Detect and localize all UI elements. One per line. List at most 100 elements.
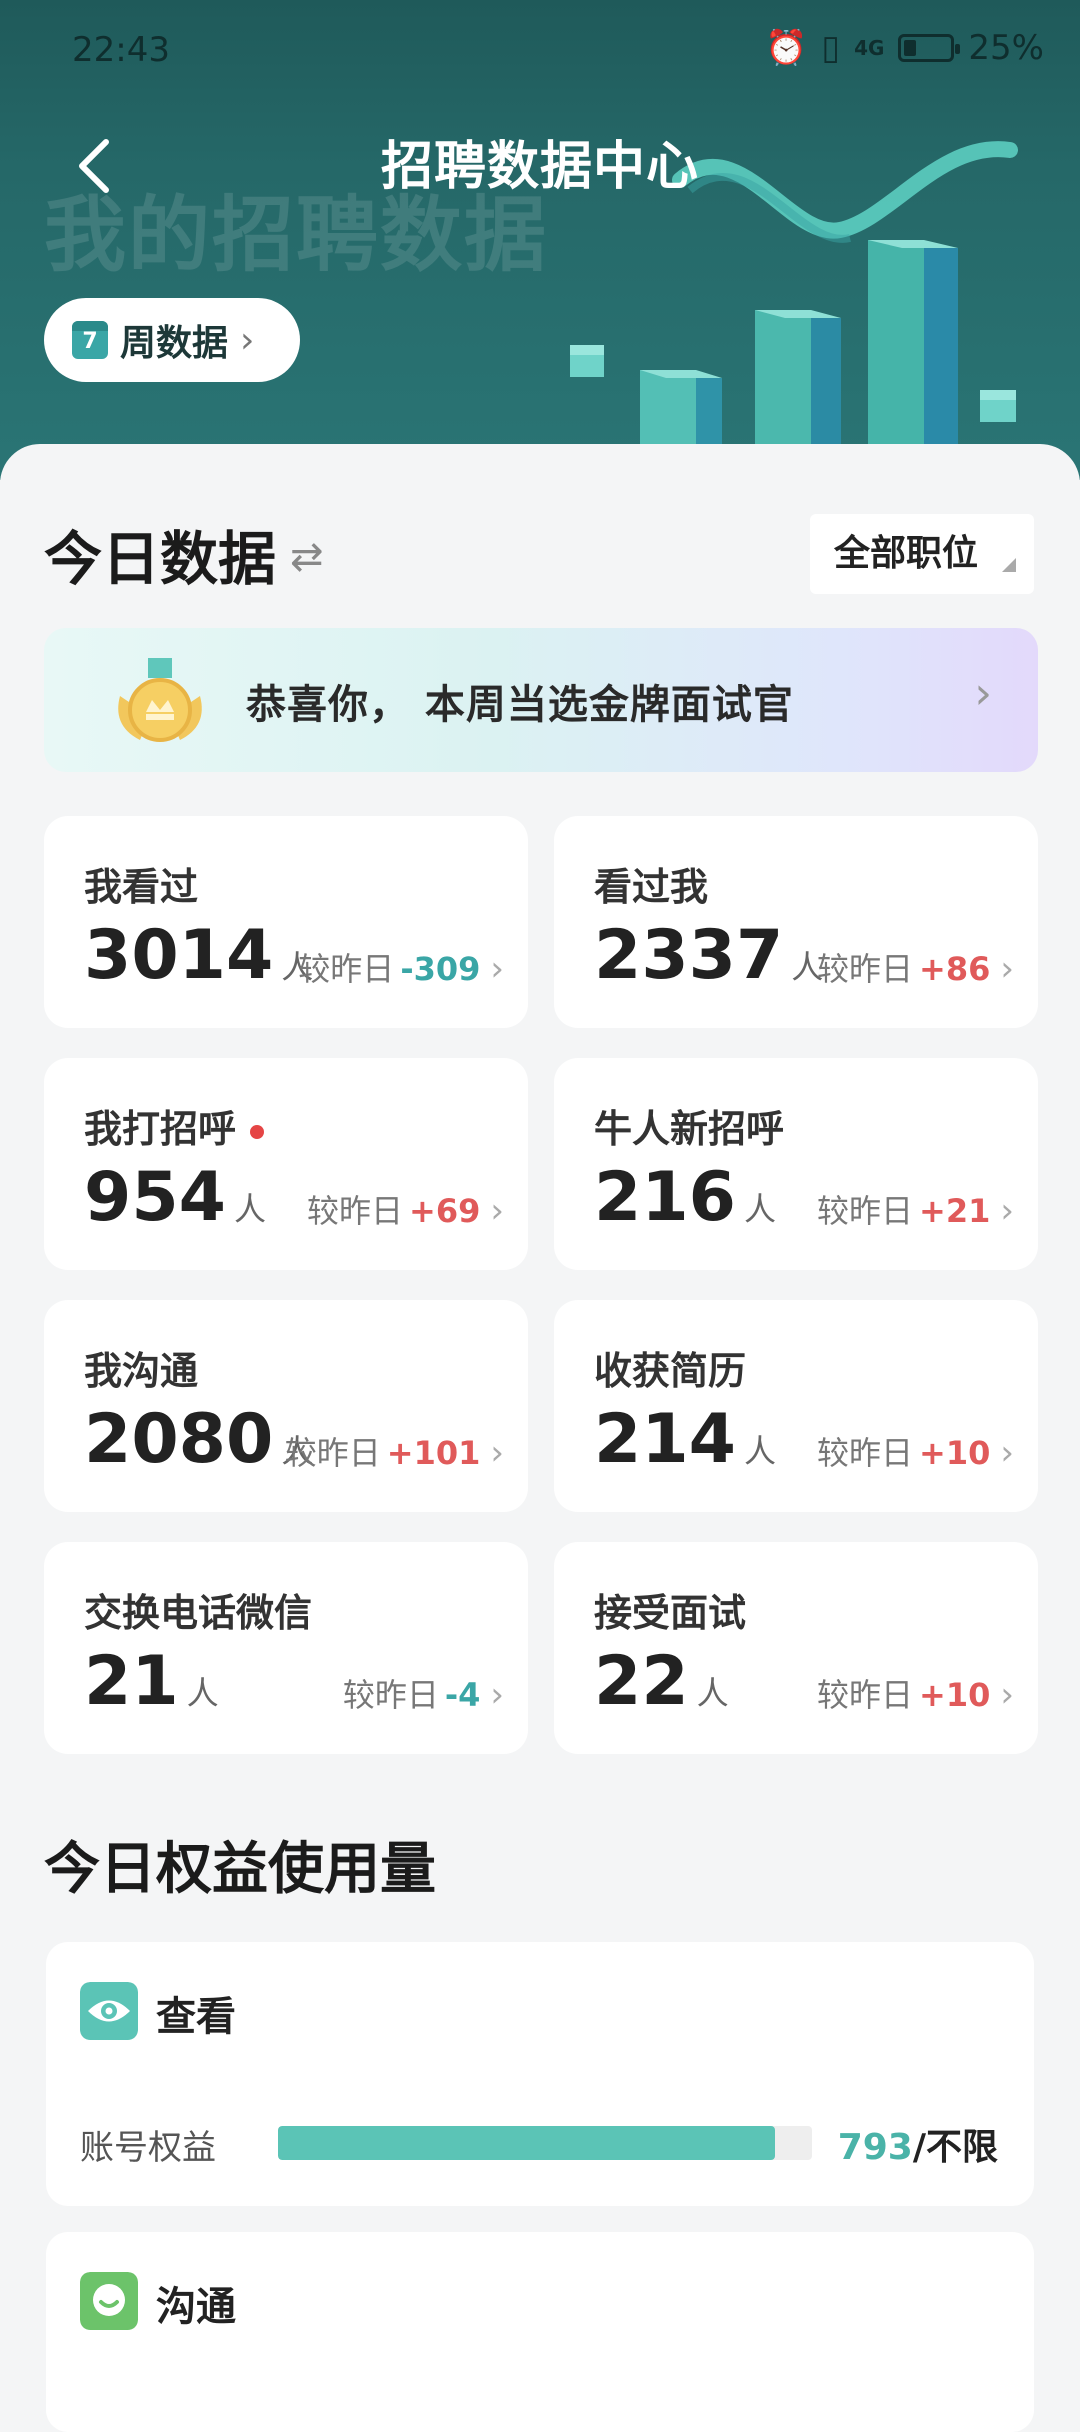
stat-value-row: 22 人 — [594, 1642, 729, 1721]
stat-value: 22 — [594, 1642, 689, 1721]
stat-card[interactable]: 牛人新招呼 216 人较昨日 +21 › — [554, 1058, 1038, 1270]
stat-card[interactable]: 我沟通 2080 人较昨日 +101 › — [44, 1300, 528, 1512]
stat-value: 214 — [594, 1400, 736, 1479]
benefit-card-chat[interactable]: 沟通 — [46, 2232, 1034, 2432]
swap-icon[interactable]: ⇄ — [290, 534, 324, 580]
stat-label-text: 我沟通 — [84, 1349, 199, 1393]
status-time: 22:43 — [72, 30, 170, 70]
position-filter-label: 全部职位 — [834, 533, 979, 574]
header-banner: 22:43 ⏰ ▯ 4G 25% 我的招聘数据 招聘数据中心 7 周数据 › — [0, 0, 1080, 480]
stat-label: 收获简历 — [594, 1340, 746, 1395]
signal-icon: 4G — [854, 36, 885, 60]
stat-label-text: 我看过 — [84, 865, 199, 909]
chevron-right-icon: › — [1000, 1433, 1014, 1473]
stat-compare: 较昨日 -309 › — [298, 944, 504, 990]
benefit-progress-fill — [278, 2126, 775, 2160]
battery-level: 25% — [968, 28, 1044, 68]
stat-compare-label: 较昨日 — [342, 1676, 439, 1714]
stat-value-row: 2337 人 — [594, 916, 823, 995]
status-bar: 22:43 ⏰ ▯ 4G 25% — [0, 0, 1080, 100]
banner-text: 恭喜你， 本周当选金牌面试官 — [246, 682, 794, 728]
battery-icon — [898, 34, 961, 62]
alarm-icon: ⏰ — [765, 28, 808, 68]
gold-medal-icon — [118, 658, 202, 742]
benefit-progress-track — [278, 2126, 812, 2160]
stat-value: 954 — [84, 1158, 226, 1237]
stat-value-row: 214 人 — [594, 1400, 776, 1479]
stat-label-text: 收获简历 — [594, 1349, 747, 1393]
stat-delta: -4 — [444, 1676, 481, 1714]
stat-label: 交换电话微信 — [84, 1582, 312, 1637]
stat-delta: -309 — [400, 950, 481, 988]
week-data-label: 周数据 — [120, 323, 229, 364]
stat-label: 牛人新招呼 — [594, 1098, 784, 1153]
stat-value-row: 216 人 — [594, 1158, 776, 1237]
stat-card[interactable]: 交换电话微信 21 人 较昨日 -4 › — [44, 1542, 528, 1754]
chevron-right-icon: › — [1000, 1191, 1014, 1231]
stat-label: 接受面试 — [594, 1582, 746, 1637]
stat-label-text: 接受面试 — [594, 1591, 747, 1635]
benefit-used: 793 — [837, 2127, 913, 2168]
stat-value: 2080 — [84, 1400, 274, 1479]
chevron-right-icon: › — [1000, 949, 1014, 989]
stat-compare: 较昨日 +101 › — [285, 1428, 504, 1474]
chat-icon — [80, 2272, 138, 2330]
stat-compare: 较昨日 +86 › — [817, 944, 1014, 990]
chevron-right-icon: › — [1000, 1675, 1014, 1715]
stat-label-text: 看过我 — [594, 865, 709, 909]
stat-compare: 较昨日 +21 › — [817, 1186, 1014, 1232]
benefit-title: 沟通 — [156, 2284, 236, 2330]
stat-value-row: 954 人 — [84, 1158, 266, 1237]
stat-card[interactable]: 我打招呼 954 人 较昨日 +69 › — [44, 1058, 528, 1270]
stat-label: 我打招呼 — [84, 1098, 265, 1153]
unread-dot-icon — [250, 1124, 265, 1139]
chevron-right-icon: › — [490, 1675, 504, 1715]
stat-compare-label: 较昨日 — [817, 1192, 914, 1230]
chevron-right-icon: › — [490, 1433, 504, 1473]
benefit-label: 账号权益 — [80, 2128, 216, 2168]
benefits-title: 今日权益使用量 — [44, 1837, 436, 1902]
stat-value: 3014 — [84, 916, 274, 995]
benefit-title: 查看 — [156, 1994, 236, 2040]
nav-bar: 招聘数据中心 — [0, 100, 1080, 230]
gold-interviewer-banner[interactable]: 恭喜你， 本周当选金牌面试官 › — [44, 628, 1038, 772]
week-data-button[interactable]: 7 周数据 › — [44, 298, 300, 382]
stat-value: 21 — [84, 1642, 179, 1721]
stat-delta: +69 — [409, 1192, 481, 1230]
stat-compare: 较昨日 -4 › — [343, 1670, 504, 1716]
stat-unit: 人 — [233, 1190, 266, 1228]
stat-compare: 较昨日 +10 › — [817, 1428, 1014, 1474]
stat-value: 216 — [594, 1158, 736, 1237]
benefit-card-view[interactable]: 查看 账号权益 793/不限 — [46, 1942, 1034, 2206]
status-icons: ⏰ ▯ 4G 25% — [765, 28, 1044, 68]
chevron-right-icon: › — [240, 319, 255, 361]
stat-card[interactable]: 收获简历 214 人较昨日 +10 › — [554, 1300, 1038, 1512]
chevron-right-icon: › — [490, 1191, 504, 1231]
chevron-right-icon: › — [490, 949, 504, 989]
stat-card[interactable]: 我看过 3014 人较昨日 -309 › — [44, 816, 528, 1028]
today-data-title: 今日数据 — [44, 525, 277, 593]
stat-value-row: 3014 人 — [84, 916, 313, 995]
stat-label-text: 牛人新招呼 — [594, 1107, 785, 1151]
stat-unit: 人 — [186, 1674, 219, 1712]
stat-delta: +101 — [386, 1434, 481, 1472]
stat-label-text: 我打招呼 — [84, 1107, 237, 1151]
stat-compare-label: 较昨日 — [307, 1192, 404, 1230]
stat-compare: 较昨日 +10 › — [817, 1670, 1014, 1716]
calendar-icon: 7 — [72, 321, 108, 359]
eye-icon — [80, 1982, 138, 2040]
stat-unit: 人 — [743, 1190, 776, 1228]
calendar-day: 7 — [82, 329, 98, 354]
stat-delta: +86 — [919, 950, 991, 988]
stat-card[interactable]: 看过我 2337 人较昨日 +86 › — [554, 816, 1038, 1028]
stat-delta: +10 — [919, 1676, 991, 1714]
stat-value-row: 2080 人 — [84, 1400, 313, 1479]
vibrate-icon: ▯ — [821, 28, 841, 68]
page-title: 招聘数据中心 — [380, 137, 699, 197]
stat-card[interactable]: 接受面试 22 人 较昨日 +10 › — [554, 1542, 1038, 1754]
benefit-usage: 793/不限 — [838, 2118, 998, 2170]
position-filter-dropdown[interactable]: 全部职位 — [810, 514, 1034, 594]
stat-label: 看过我 — [594, 856, 708, 911]
stat-label: 我看过 — [84, 856, 198, 911]
stat-delta: +21 — [919, 1192, 991, 1230]
